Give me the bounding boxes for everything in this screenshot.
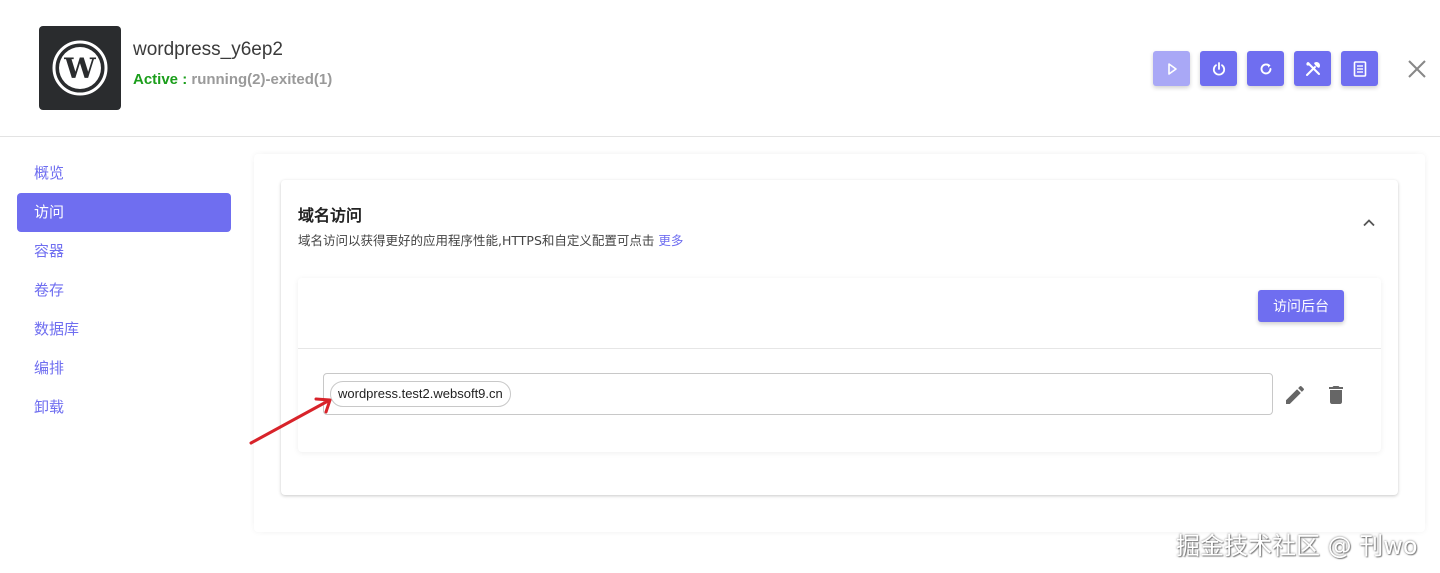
sidebar-item-compose[interactable]: 编排 xyxy=(17,349,231,388)
collapse-button[interactable] xyxy=(1360,214,1378,232)
logs-button[interactable] xyxy=(1341,51,1378,86)
app-status: Active : running(2)-exited(1) xyxy=(133,71,332,88)
trash-icon xyxy=(1329,386,1343,404)
more-link[interactable]: 更多 xyxy=(658,233,683,248)
sidebar-nav: 概览 访问 容器 卷存 数据库 编排 卸载 xyxy=(17,154,231,427)
annotation-arrow-icon xyxy=(249,397,332,445)
pencil-icon xyxy=(1286,385,1305,404)
sidebar-item-containers[interactable]: 容器 xyxy=(17,232,231,271)
restart-icon xyxy=(1260,62,1271,74)
stop-button[interactable] xyxy=(1200,51,1237,86)
restart-button[interactable] xyxy=(1247,51,1284,86)
status-label: Active : xyxy=(133,71,188,88)
panel-description: 域名访问以获得更好的应用程序性能,HTTPS和自定义配置可点击 更多 xyxy=(298,230,683,249)
panel-title: 域名访问 xyxy=(298,206,363,225)
tools-icon xyxy=(1305,61,1320,76)
domain-field[interactable]: wordpress.test2.websoft9.cn xyxy=(323,373,1273,415)
sidebar-item-volumes[interactable]: 卷存 xyxy=(17,271,231,310)
app-header: W wordpress_y6ep2 Active : running(2)-ex… xyxy=(0,0,1440,137)
app-toolbar xyxy=(1153,51,1378,86)
start-button[interactable] xyxy=(1153,51,1190,86)
sidebar-item-uninstall[interactable]: 卸载 xyxy=(17,388,231,427)
sidebar-item-access[interactable]: 访问 xyxy=(17,193,231,232)
svg-text:W: W xyxy=(63,52,96,85)
delete-domain-button[interactable] xyxy=(1324,383,1348,407)
close-icon xyxy=(1408,60,1426,78)
power-icon xyxy=(1212,61,1225,76)
sidebar-item-overview[interactable]: 概览 xyxy=(17,154,231,193)
panel-description-text: 域名访问以获得更好的应用程序性能,HTTPS和自定义配置可点击 xyxy=(298,233,655,248)
domain-chip[interactable]: wordpress.test2.websoft9.cn xyxy=(330,381,511,407)
domain-card: 访问后台 wordpress.test2.websoft9.cn xyxy=(298,278,1381,452)
app-name: wordpress_y6ep2 xyxy=(133,39,283,60)
close-button[interactable] xyxy=(1404,56,1430,82)
domain-access-panel: 域名访问 域名访问以获得更好的应用程序性能,HTTPS和自定义配置可点击 更多 … xyxy=(281,180,1398,495)
divider xyxy=(298,348,1381,349)
watermark: 掘金技术社区 @ 刊wo xyxy=(1176,532,1418,560)
document-icon xyxy=(1353,60,1366,77)
play-icon xyxy=(1167,62,1177,75)
sidebar-item-database[interactable]: 数据库 xyxy=(17,310,231,349)
chevron-up-icon xyxy=(1363,219,1375,227)
status-detail: running(2)-exited(1) xyxy=(191,71,333,88)
visit-admin-button[interactable]: 访问后台 xyxy=(1258,290,1344,322)
wordpress-logo-icon: W xyxy=(39,26,121,110)
edit-domain-button[interactable] xyxy=(1283,383,1307,407)
tools-button[interactable] xyxy=(1294,51,1331,86)
